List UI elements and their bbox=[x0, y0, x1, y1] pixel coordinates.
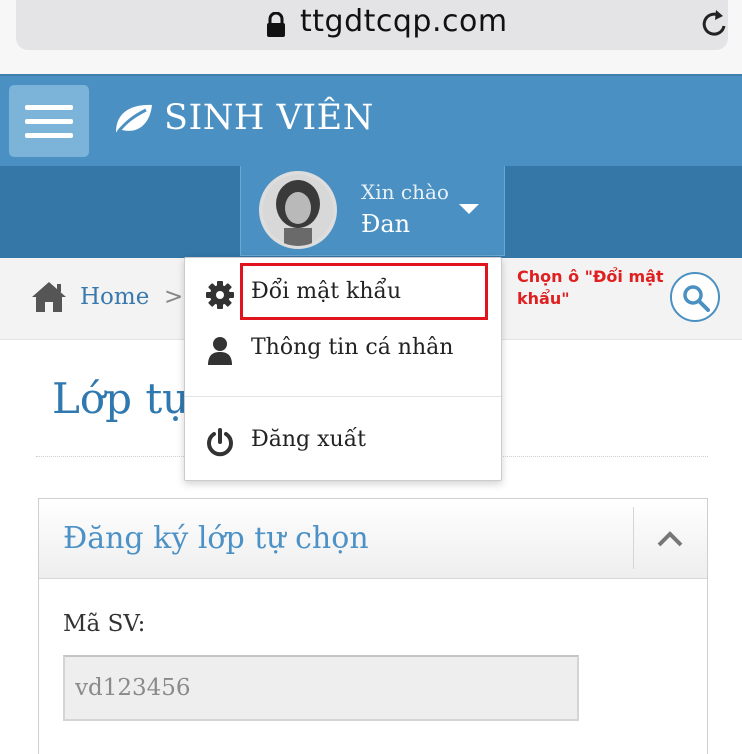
course-registration-panel: Đăng ký lớp tự chọn Mã SV: bbox=[38, 498, 708, 754]
leaf-icon bbox=[116, 104, 152, 133]
user-bar: Xin chào Đan bbox=[0, 166, 742, 258]
student-id-label: Mã SV: bbox=[63, 611, 146, 637]
menu-item-logout[interactable]: Đăng xuất bbox=[185, 416, 501, 468]
breadcrumb-home-link[interactable]: Home bbox=[80, 284, 149, 310]
lock-icon bbox=[267, 12, 285, 37]
caret-down-icon bbox=[459, 204, 479, 214]
page-title: Lớp tự bbox=[52, 374, 190, 423]
browser-address-bar: ttgdtcqp.com bbox=[0, 0, 742, 74]
menu-item-profile[interactable]: Thông tin cá nhân bbox=[185, 324, 501, 376]
greeting-text: Xin chào bbox=[361, 180, 449, 204]
power-icon bbox=[207, 428, 233, 457]
breadcrumb-separator: > bbox=[164, 284, 184, 310]
chevron-up-icon bbox=[657, 531, 683, 547]
gear-icon bbox=[206, 281, 234, 309]
user-dropdown-menu: Đổi mật khẩu Thông tin cá nhân Đăng xuất bbox=[184, 257, 502, 481]
home-icon bbox=[32, 282, 66, 312]
hamburger-menu-button[interactable] bbox=[9, 85, 89, 157]
app-header: SINH VIÊN bbox=[0, 74, 742, 166]
reload-icon[interactable] bbox=[700, 8, 730, 40]
url-field[interactable]: ttgdtcqp.com bbox=[16, 0, 728, 50]
panel-title: Đăng ký lớp tự chọn bbox=[63, 521, 369, 556]
annotation-callout: Chọn ô "Đổi mật khẩu" bbox=[517, 267, 664, 308]
menu-item-change-password[interactable]: Đổi mật khẩu bbox=[185, 268, 501, 320]
user-icon bbox=[208, 337, 232, 365]
menu-item-label: Đăng xuất bbox=[251, 427, 367, 452]
avatar bbox=[259, 171, 337, 249]
brand-title: SINH VIÊN bbox=[164, 98, 374, 138]
search-icon bbox=[683, 285, 710, 312]
menu-item-label: Thông tin cá nhân bbox=[251, 335, 454, 360]
url-text: ttgdtcqp.com bbox=[300, 4, 508, 39]
student-id-field[interactable] bbox=[63, 655, 579, 721]
collapse-button[interactable] bbox=[639, 509, 699, 569]
avatar-image bbox=[262, 174, 334, 246]
username: Đan bbox=[361, 210, 411, 238]
menu-item-label: Đổi mật khẩu bbox=[251, 279, 402, 304]
panel-header: Đăng ký lớp tự chọn bbox=[39, 499, 707, 579]
search-button[interactable] bbox=[670, 272, 720, 322]
user-menu-toggle[interactable]: Xin chào Đan bbox=[240, 166, 505, 256]
menu-divider bbox=[185, 396, 501, 397]
panel-header-divider bbox=[633, 507, 634, 569]
